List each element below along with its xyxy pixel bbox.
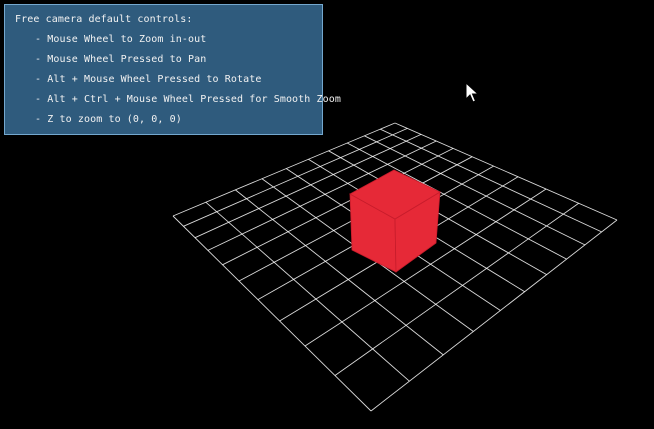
red-cube bbox=[349, 169, 441, 273]
mouse-pointer-icon bbox=[465, 82, 479, 103]
camera-controls-panel: Free camera default controls: - Mouse Wh… bbox=[4, 4, 341, 135]
control-item-pan: - Mouse Wheel Pressed to Pan bbox=[35, 54, 207, 65]
grid-line bbox=[172, 215, 372, 412]
control-item-zoom-origin: - Z to zoom to (0, 0, 0) bbox=[35, 114, 182, 125]
panel-title: Free camera default controls: bbox=[15, 14, 193, 25]
game-viewport[interactable]: Free camera default controls: - Mouse Wh… bbox=[0, 0, 654, 429]
control-item-smooth-zoom: - Alt + Ctrl + Mouse Wheel Pressed for S… bbox=[35, 94, 342, 105]
control-item-rotate: - Alt + Mouse Wheel Pressed to Rotate bbox=[35, 74, 262, 85]
control-item-zoom: - Mouse Wheel to Zoom in-out bbox=[35, 34, 207, 45]
